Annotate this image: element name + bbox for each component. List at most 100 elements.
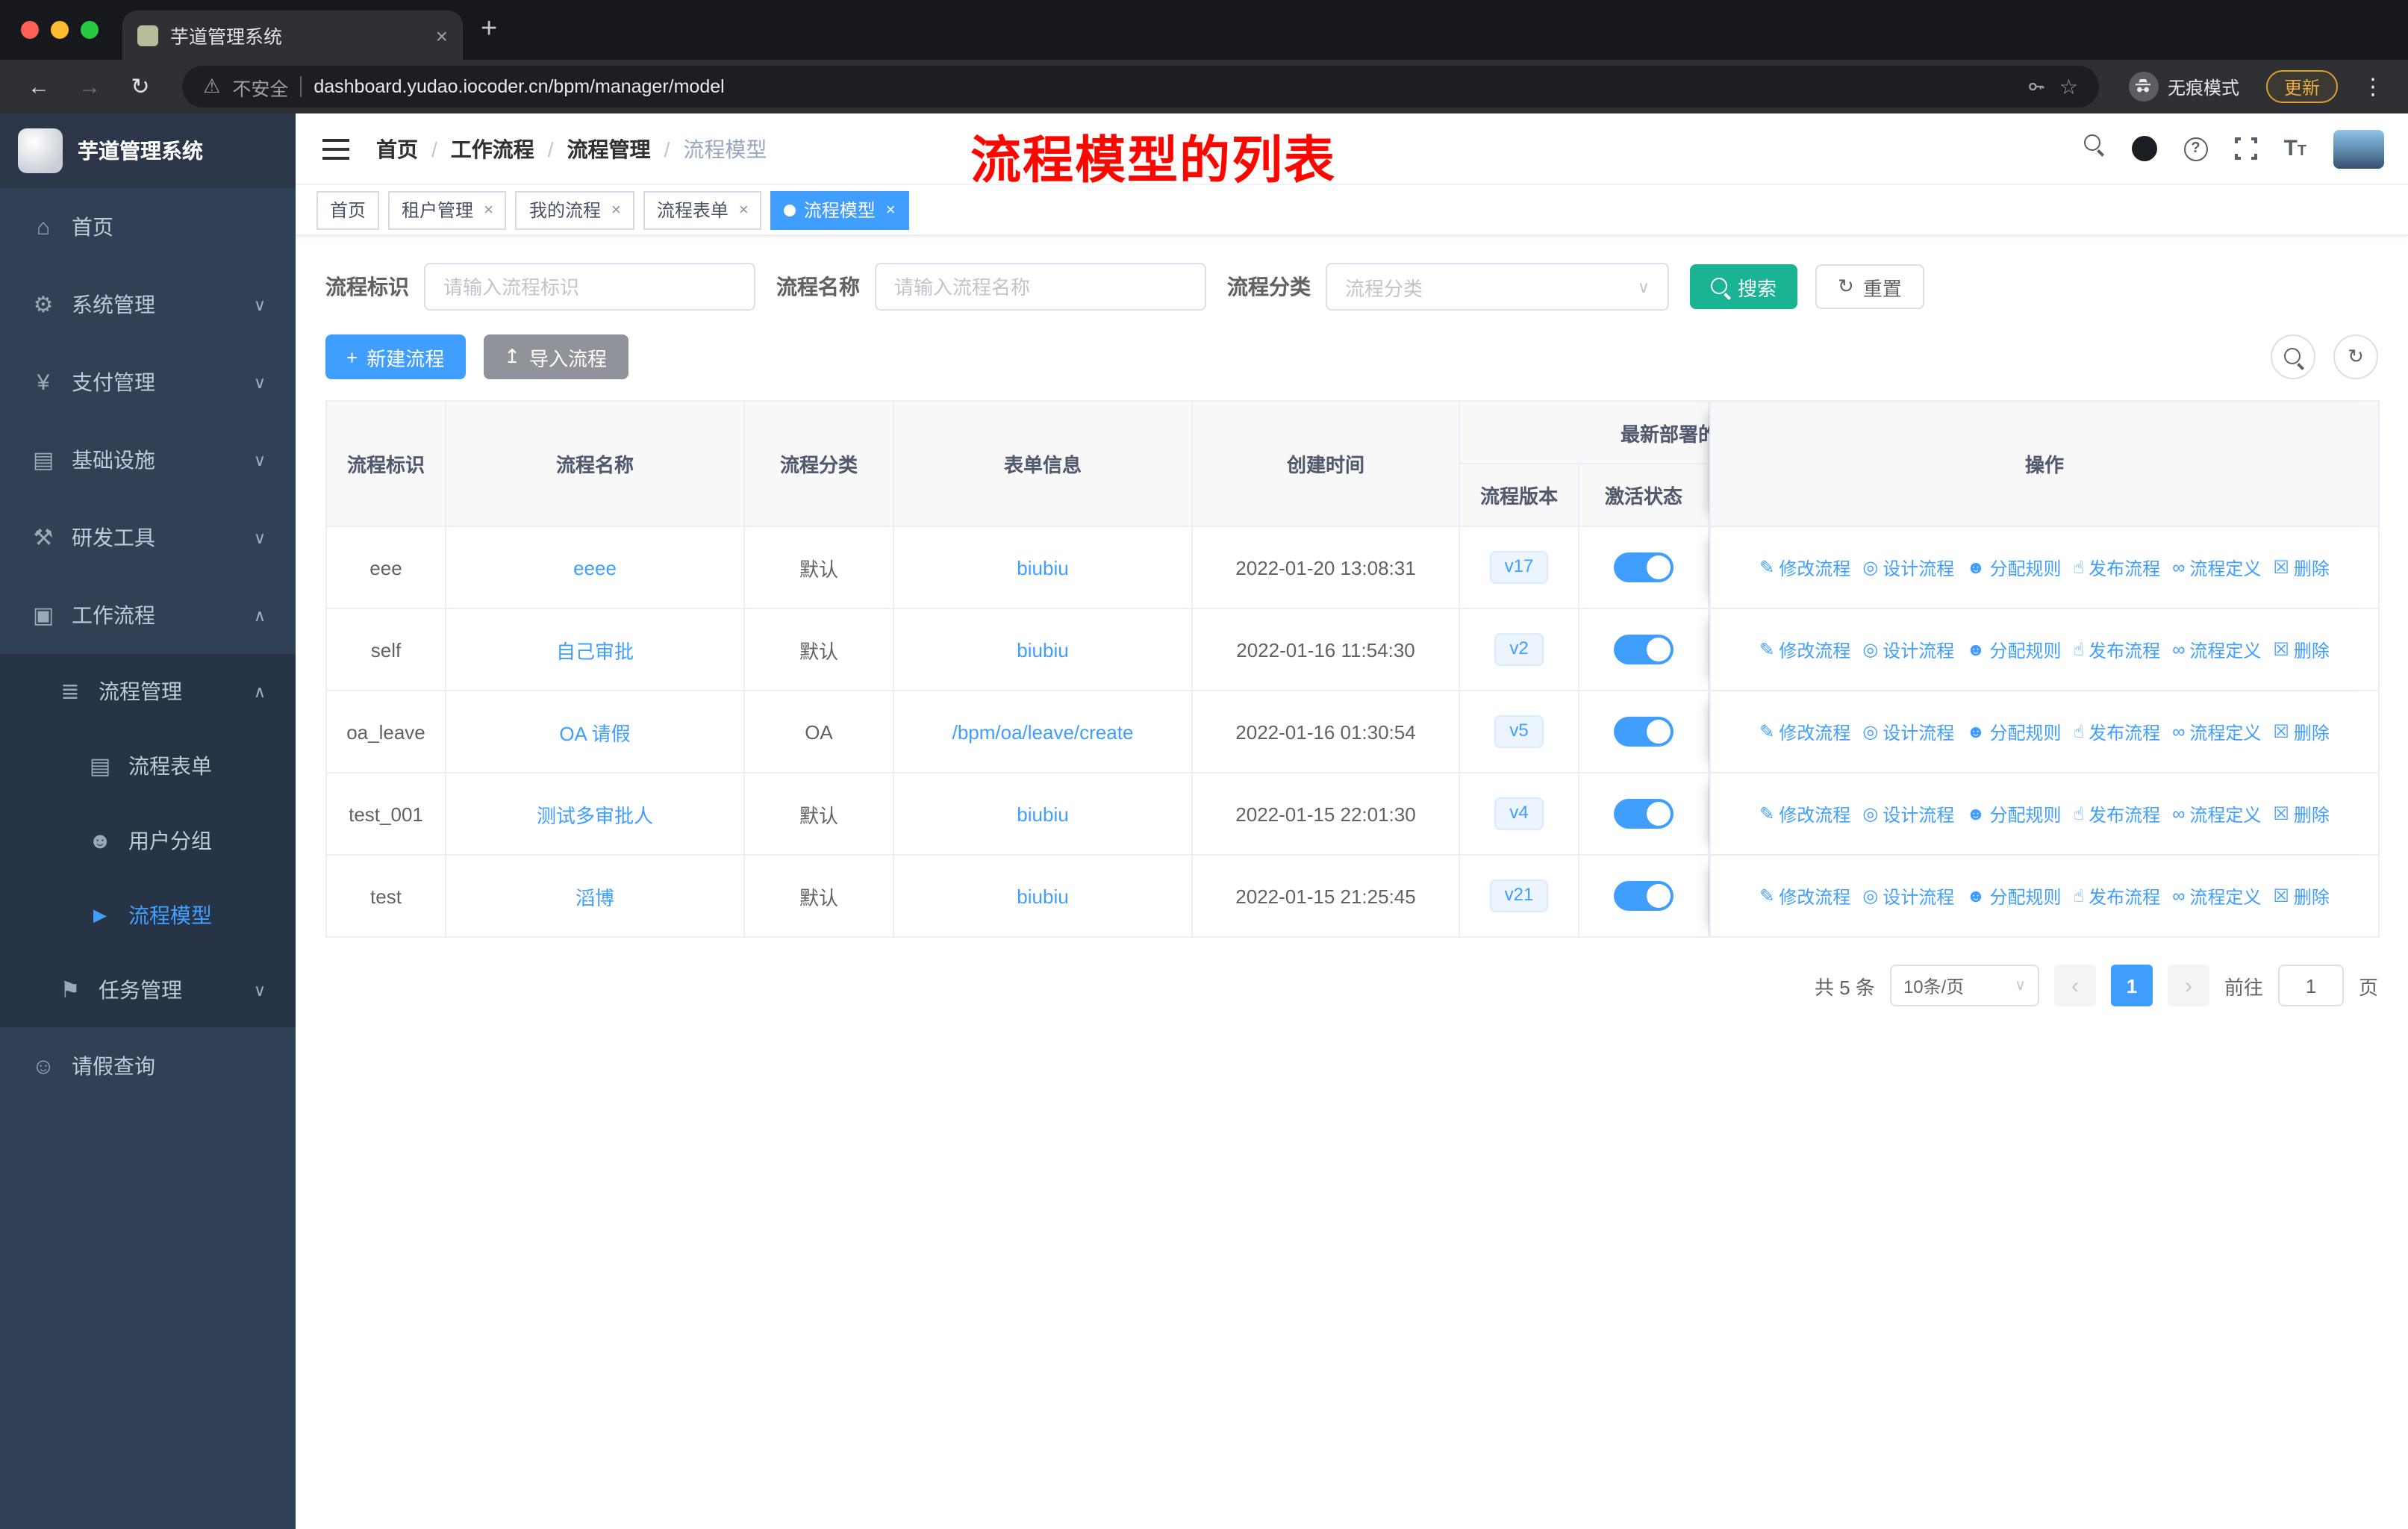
action-delete-link[interactable]: ☒ 删除 <box>2273 637 2330 662</box>
action-assign-rule-link[interactable]: ☻ 分配规则 <box>1966 719 2061 744</box>
tag-close-icon[interactable]: × <box>611 201 621 219</box>
action-definition-link[interactable]: ∞ 流程定义 <box>2172 719 2261 744</box>
action-publish-link[interactable]: ☝ 发布流程 <box>2074 637 2161 662</box>
reload-button[interactable]: ↻ <box>119 73 161 100</box>
search-button[interactable]: 搜索 <box>1690 264 1798 309</box>
action-design-link[interactable]: ◎ 设计流程 <box>1862 883 1954 909</box>
window-close-button[interactable] <box>21 21 39 39</box>
font-size-icon[interactable]: TT <box>2283 137 2306 160</box>
next-page-button[interactable]: › <box>2167 965 2209 1006</box>
sidebar-toggle-icon[interactable] <box>319 134 352 164</box>
tag-close-icon[interactable]: × <box>886 201 896 219</box>
import-process-button[interactable]: ↥ 导入流程 <box>483 334 628 379</box>
action-assign-rule-link[interactable]: ☻ 分配规则 <box>1966 637 2061 662</box>
back-button[interactable]: ← <box>18 74 60 99</box>
prev-page-button[interactable]: ‹ <box>2053 965 2096 1006</box>
form-link[interactable]: /bpm/oa/leave/create <box>952 720 1134 743</box>
active-toggle[interactable] <box>1614 799 1674 829</box>
sidebar-item-leave-query[interactable]: ☺ 请假查询 <box>0 1027 296 1105</box>
process-id-input[interactable] <box>424 263 755 311</box>
toggle-search-button[interactable] <box>2271 334 2315 379</box>
user-avatar[interactable] <box>2333 129 2384 168</box>
sidebar-item-process-model[interactable]: ► 流程模型 <box>0 878 296 953</box>
active-toggle[interactable] <box>1614 635 1674 664</box>
breadcrumb-home[interactable]: 首页 <box>376 134 418 164</box>
sidebar-item-workflow[interactable]: ▣ 工作流程 ∧ <box>0 576 296 654</box>
action-edit-link[interactable]: ✎ 修改流程 <box>1759 883 1850 909</box>
tag-close-icon[interactable]: × <box>739 201 749 219</box>
bookmark-star-icon[interactable]: ☆ <box>2059 74 2078 99</box>
sidebar-item-devtools[interactable]: ⚒ 研发工具 ∨ <box>0 499 296 576</box>
action-assign-rule-link[interactable]: ☻ 分配规则 <box>1966 555 2061 580</box>
action-design-link[interactable]: ◎ 设计流程 <box>1862 801 1954 826</box>
page-1-button[interactable]: 1 <box>2110 965 2153 1006</box>
form-link[interactable]: biubiu <box>1017 638 1068 661</box>
password-key-icon[interactable] <box>2027 76 2047 97</box>
action-definition-link[interactable]: ∞ 流程定义 <box>2172 801 2261 826</box>
tab-close-icon[interactable]: × <box>436 23 448 47</box>
form-link[interactable]: biubiu <box>1017 556 1068 579</box>
action-delete-link[interactable]: ☒ 删除 <box>2273 719 2330 744</box>
tag-process-form[interactable]: 流程表单 × <box>643 190 762 229</box>
action-delete-link[interactable]: ☒ 删除 <box>2273 801 2330 826</box>
browser-menu-icon[interactable]: ⋮ <box>2362 73 2384 100</box>
address-bar[interactable]: ⚠ 不安全 dashboard.yudao.iocoder.cn/bpm/man… <box>182 66 2099 108</box>
window-zoom-button[interactable] <box>81 21 99 39</box>
sidebar-item-task-mgmt[interactable]: ⚑ 任务管理 ∨ <box>0 953 296 1027</box>
active-toggle[interactable] <box>1614 881 1674 911</box>
action-edit-link[interactable]: ✎ 修改流程 <box>1759 801 1850 826</box>
update-button[interactable]: 更新 <box>2265 70 2338 103</box>
sidebar-item-process-mgmt[interactable]: ≣ 流程管理 ∧ <box>0 654 296 729</box>
action-edit-link[interactable]: ✎ 修改流程 <box>1759 637 1850 662</box>
window-minimize-button[interactable] <box>51 21 69 39</box>
action-design-link[interactable]: ◎ 设计流程 <box>1862 555 1954 580</box>
sidebar-item-process-form[interactable]: ▤ 流程表单 <box>0 729 296 803</box>
tag-process-model[interactable]: 流程模型 × <box>770 190 909 229</box>
sidebar-item-home[interactable]: ⌂ 首页 <box>0 188 296 266</box>
action-definition-link[interactable]: ∞ 流程定义 <box>2172 555 2261 580</box>
create-process-button[interactable]: + 新建流程 <box>325 334 466 379</box>
new-tab-button[interactable]: + <box>481 13 497 46</box>
action-publish-link[interactable]: ☝ 发布流程 <box>2074 883 2161 909</box>
tag-tenant-mgmt[interactable]: 租户管理 × <box>388 190 507 229</box>
form-link[interactable]: biubiu <box>1017 803 1068 825</box>
refresh-table-button[interactable]: ↻ <box>2333 334 2378 379</box>
tag-my-process[interactable]: 我的流程 × <box>515 190 634 229</box>
action-publish-link[interactable]: ☝ 发布流程 <box>2074 719 2161 744</box>
process-name-link[interactable]: 测试多审批人 <box>537 804 653 826</box>
help-icon[interactable]: ? <box>2183 137 2208 161</box>
action-edit-link[interactable]: ✎ 修改流程 <box>1759 555 1850 580</box>
active-toggle[interactable] <box>1614 717 1674 747</box>
search-icon[interactable] <box>2083 134 2104 163</box>
action-assign-rule-link[interactable]: ☻ 分配规则 <box>1966 883 2061 909</box>
goto-page-input[interactable] <box>2277 965 2344 1006</box>
action-delete-link[interactable]: ☒ 删除 <box>2273 883 2330 909</box>
process-name-input[interactable] <box>875 263 1206 311</box>
reset-button[interactable]: ↻ 重置 <box>1815 264 1924 309</box>
action-definition-link[interactable]: ∞ 流程定义 <box>2172 637 2261 662</box>
sidebar-item-system[interactable]: ⚙ 系统管理 ∨ <box>0 266 296 343</box>
browser-tab[interactable]: 芋道管理系统 × <box>122 10 463 60</box>
active-toggle[interactable] <box>1614 552 1674 582</box>
action-delete-link[interactable]: ☒ 删除 <box>2273 555 2330 580</box>
action-assign-rule-link[interactable]: ☻ 分配规则 <box>1966 801 2061 826</box>
breadcrumb-process-mgmt[interactable]: 流程管理 <box>567 134 651 164</box>
action-design-link[interactable]: ◎ 设计流程 <box>1862 637 1954 662</box>
category-select[interactable]: 流程分类 ∨ <box>1326 263 1669 311</box>
action-publish-link[interactable]: ☝ 发布流程 <box>2074 555 2161 580</box>
action-definition-link[interactable]: ∞ 流程定义 <box>2172 883 2261 909</box>
github-icon[interactable] <box>2131 136 2157 161</box>
app-logo[interactable]: 芋道管理系统 <box>0 113 296 188</box>
action-edit-link[interactable]: ✎ 修改流程 <box>1759 719 1850 744</box>
action-publish-link[interactable]: ☝ 发布流程 <box>2074 801 2161 826</box>
forward-button[interactable]: → <box>69 74 110 99</box>
action-design-link[interactable]: ◎ 设计流程 <box>1862 719 1954 744</box>
sidebar-item-user-group[interactable]: ☻ 用户分组 <box>0 803 296 878</box>
sidebar-item-infra[interactable]: ▤ 基础设施 ∨ <box>0 421 296 499</box>
process-name-link[interactable]: eeee <box>573 556 617 579</box>
breadcrumb-workflow[interactable]: 工作流程 <box>451 134 534 164</box>
tag-close-icon[interactable]: × <box>484 201 493 219</box>
process-name-link[interactable]: OA 请假 <box>559 722 630 744</box>
page-size-select[interactable]: 10条/页 ∨ <box>1889 965 2039 1006</box>
form-link[interactable]: biubiu <box>1017 885 1068 907</box>
